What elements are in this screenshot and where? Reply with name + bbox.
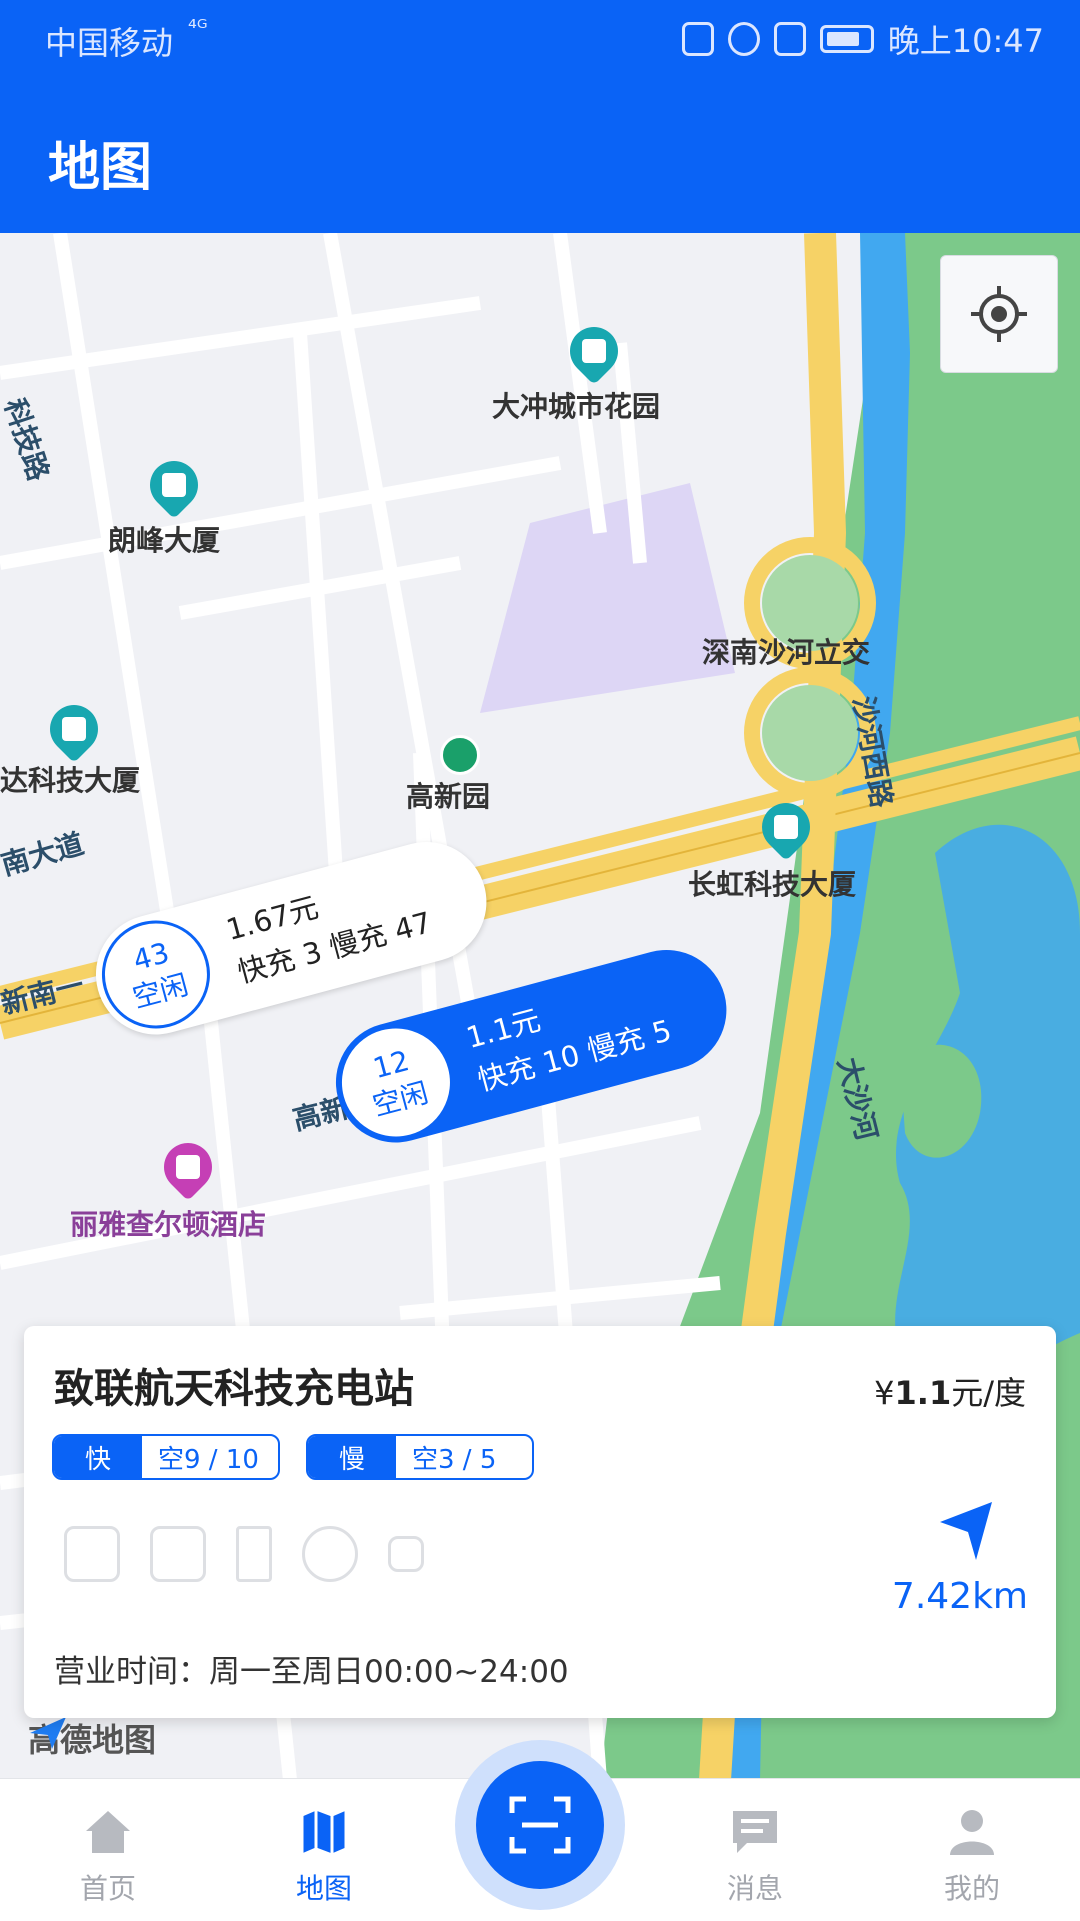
dining-icon [236, 1526, 272, 1582]
message-icon [733, 1811, 777, 1853]
poi-label[interactable]: 高新园 [406, 775, 490, 815]
poi-label[interactable]: 大冲城市花园 [492, 385, 660, 425]
station-distance: 7.42km [891, 1576, 1028, 1617]
tab-label: 消息 [726, 1872, 783, 1905]
poi-label[interactable]: 朗峰大厦 [108, 519, 220, 559]
price-value: 1.1 [894, 1374, 952, 1412]
navigate-icon[interactable] [936, 1498, 996, 1564]
locate-me-button[interactable] [940, 255, 1058, 373]
amenity-icons [64, 1526, 424, 1582]
slow-label: 慢 [308, 1436, 396, 1478]
business-hours: 营业时间：周一至周日00:00~24:00 [54, 1654, 569, 1690]
station-name: 致联航天科技充电站 [54, 1366, 414, 1412]
carrier-name: 中国移动 [45, 24, 174, 62]
poi-label[interactable]: 丽雅查尔顿酒店 [70, 1203, 266, 1243]
network-type: ⁴ᴳ [188, 16, 208, 41]
battery-icon [819, 25, 874, 53]
status-bar: 中国移动 ⁴ᴳ 晚上10:47 [0, 0, 1080, 75]
slow-charger-tag: 慢 空3 / 5 [306, 1434, 534, 1480]
poi-label[interactable]: 长虹科技大厦 [688, 863, 856, 903]
canopy-icon [388, 1536, 424, 1572]
slow-availability: 空3 / 5 [412, 1444, 497, 1475]
tab-home[interactable]: 首页 [38, 1779, 178, 1921]
crosshair-icon [971, 286, 1027, 342]
scan-icon [509, 1796, 571, 1854]
tab-profile[interactable]: 我的 [902, 1779, 1042, 1921]
tab-label: 地图 [295, 1872, 352, 1905]
map-icon [300, 1807, 348, 1857]
poi-label[interactable]: 达科技大厦 [0, 759, 140, 799]
map-provider-logo: 高德地图 [28, 1715, 156, 1761]
tab-label: 首页 [79, 1872, 136, 1905]
lounge-icon [302, 1526, 358, 1582]
scan-button-core [476, 1761, 604, 1889]
home-icon [86, 1811, 130, 1853]
restroom-icon [64, 1526, 120, 1582]
price-symbol: ¥ [874, 1374, 895, 1412]
tab-label: 我的 [943, 1872, 1000, 1905]
price-unit: 元/度 [951, 1374, 1026, 1412]
station-card[interactable]: 致联航天科技充电站 ¥1.1元/度 快 空9 / 10 慢 空3 / 5 7.4… [24, 1326, 1056, 1718]
fast-charger-tag: 快 空9 / 10 [52, 1434, 280, 1480]
metro-station-icon[interactable] [440, 735, 480, 775]
poi-label[interactable]: 深南沙河立交 [702, 631, 870, 671]
tab-map[interactable]: 地图 [254, 1779, 394, 1921]
nfc-icon [681, 22, 714, 56]
scan-button[interactable] [455, 1740, 625, 1910]
page-title: 地图 [48, 138, 153, 198]
fast-availability: 空9 / 10 [158, 1444, 259, 1475]
vibrate-icon [773, 22, 806, 56]
tab-messages[interactable]: 消息 [685, 1779, 825, 1921]
parking-icon [150, 1526, 206, 1582]
profile-icon [950, 1810, 994, 1855]
amap-logo-icon [30, 1717, 66, 1749]
alarm-icon [727, 22, 760, 56]
app-header: 中国移动 ⁴ᴳ 晚上10:47 地图 [0, 0, 1080, 233]
status-time: 晚上10:47 [887, 22, 1044, 60]
fast-label: 快 [54, 1436, 142, 1478]
station-price: ¥1.1元/度 [874, 1368, 1026, 1414]
